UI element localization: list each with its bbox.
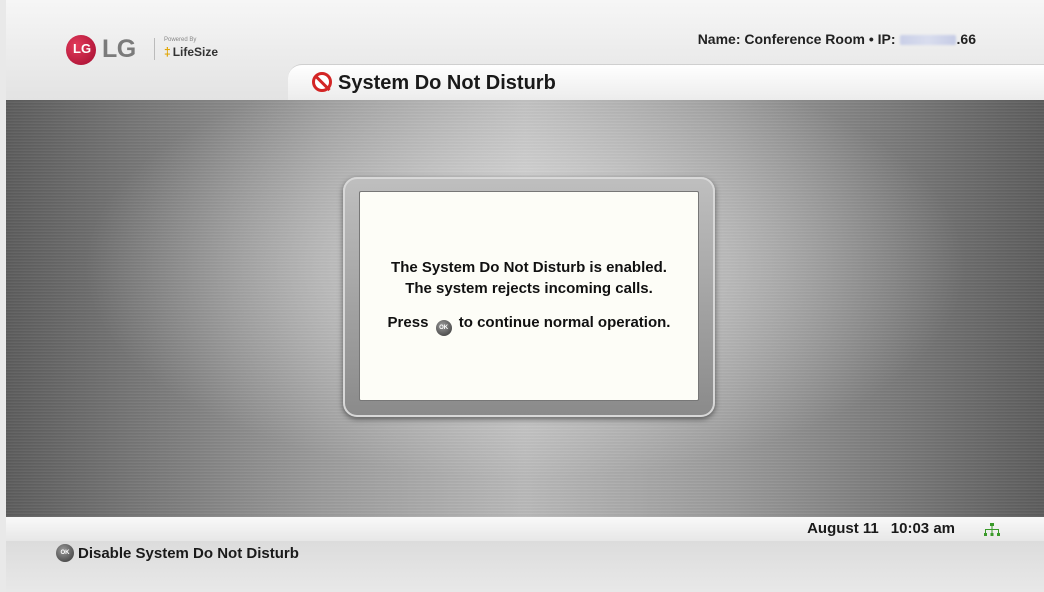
- do-not-disturb-icon: [312, 72, 332, 92]
- device-info: Name: Conference Room • IP: .66: [698, 31, 976, 47]
- device-name: Conference Room: [744, 31, 865, 47]
- status-date: August 11: [807, 520, 879, 537]
- page-title-tab: System Do Not Disturb: [288, 64, 1044, 100]
- dialog-instruction: Press OK to continue normal operation.: [387, 312, 671, 336]
- dialog-content: The System Do Not Disturb is enabled. Th…: [359, 191, 699, 401]
- lg-logo-icon: LG: [66, 35, 96, 65]
- ok-button-icon: OK: [56, 544, 74, 562]
- status-datetime: August 11 10:03 am: [807, 520, 955, 537]
- ip-label: IP:: [877, 31, 896, 47]
- lg-logo-badge: LG: [73, 41, 92, 56]
- ip-redacted: [899, 35, 956, 46]
- dnd-dialog: The System Do Not Disturb is enabled. Th…: [343, 177, 715, 417]
- lifesize-mark-icon: ‡: [164, 45, 171, 59]
- status-time: 10:03 am: [890, 520, 955, 537]
- ip-suffix: .66: [956, 31, 976, 47]
- dialog-line-2: The system rejects incoming calls.: [405, 279, 653, 297]
- lifesize-logo: ‡ LifeSize: [164, 45, 218, 59]
- dialog-line-1: The System Do Not Disturb is enabled.: [391, 258, 667, 276]
- lg-logo-text: LG: [102, 35, 136, 63]
- powered-by-label: Powered By: [164, 37, 197, 43]
- lifesize-logo-text: LifeSize: [172, 45, 219, 59]
- app-frame: LG LG Powered By ‡ LifeSize Name: Confere…: [0, 0, 1044, 592]
- network-icon: [984, 523, 1000, 536]
- header-bar: LG LG Powered By ‡ LifeSize Name: Confere…: [6, 0, 1044, 100]
- footer-bar: OK Disable System Do Not Disturb: [6, 541, 1044, 592]
- press-suffix: to continue normal operation.: [458, 313, 671, 331]
- ok-button-icon: OK: [435, 319, 452, 336]
- name-label: Name:: [697, 31, 741, 47]
- page-title: System Do Not Disturb: [338, 72, 556, 94]
- disable-dnd-action[interactable]: OK Disable System Do Not Disturb: [56, 544, 299, 562]
- status-bar: August 11 10:03 am: [6, 517, 1044, 541]
- info-separator: •: [868, 31, 874, 47]
- logo-divider: [154, 38, 155, 60]
- press-prefix: Press: [387, 313, 429, 331]
- disable-dnd-label: Disable System Do Not Disturb: [78, 544, 299, 562]
